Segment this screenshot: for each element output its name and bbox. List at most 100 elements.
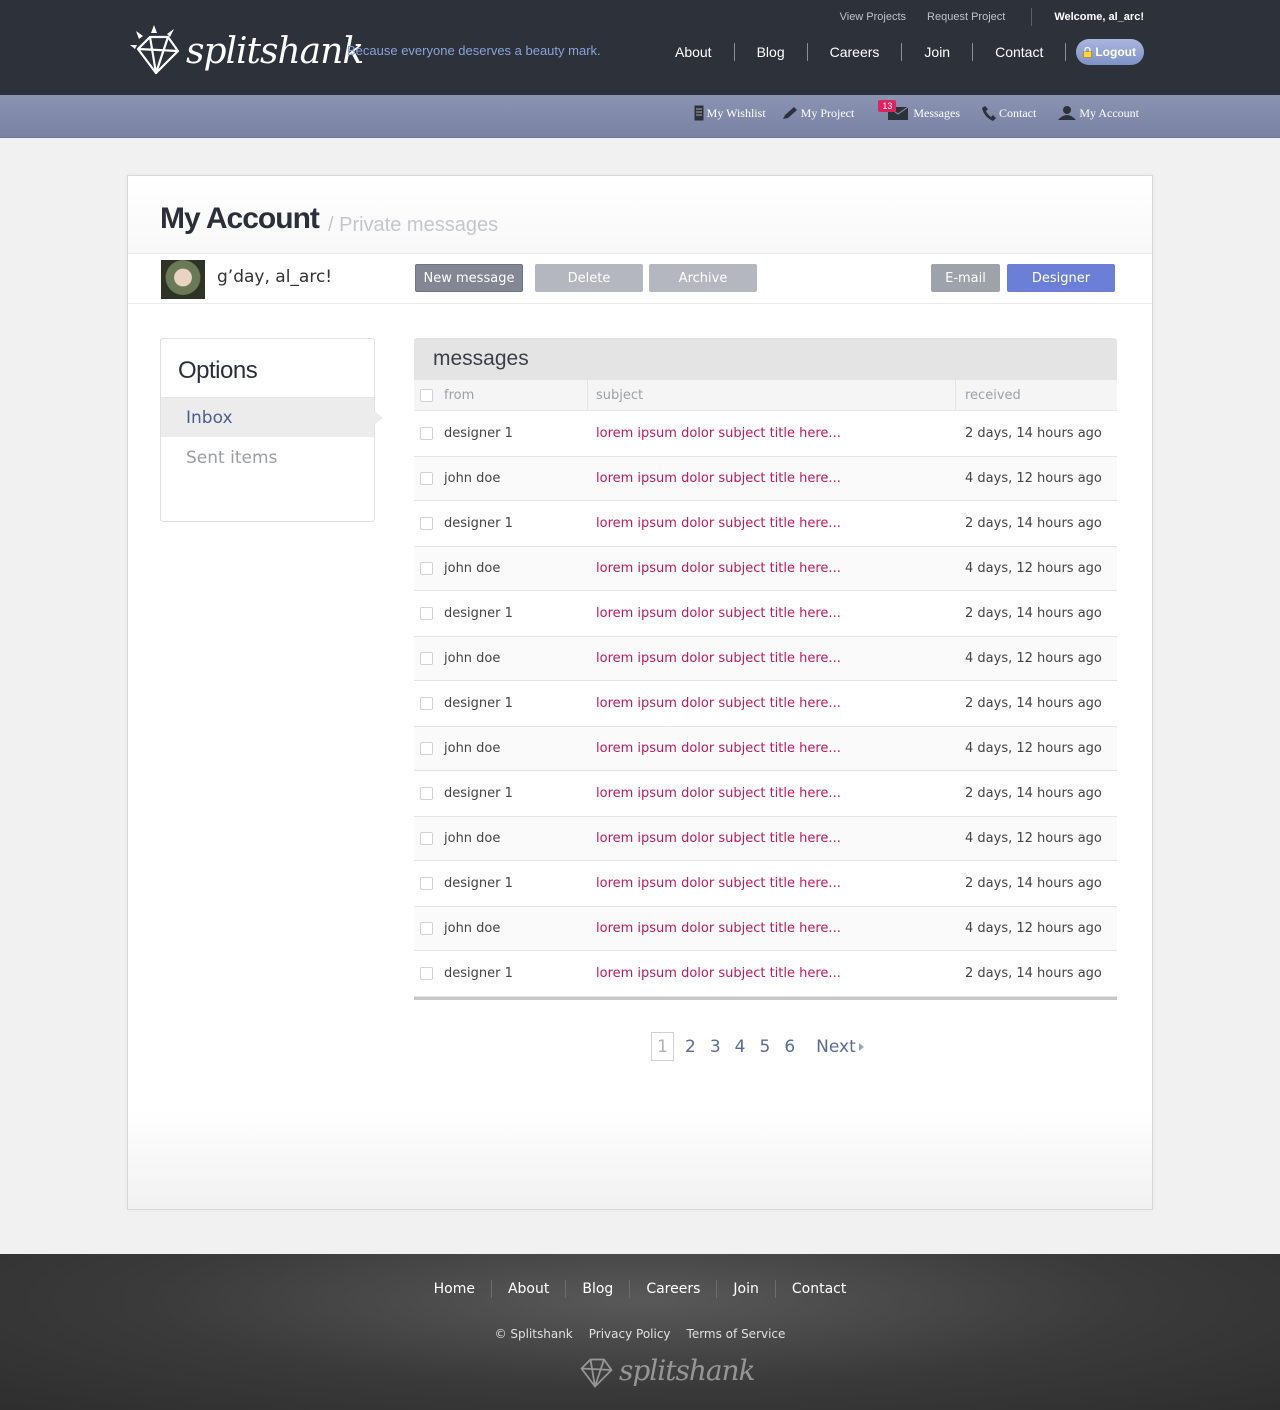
contact-label: Contact [999, 105, 1037, 120]
footer-link-contact[interactable]: Contact [776, 1281, 862, 1297]
table-row[interactable]: john doe lorem ipsum dolor subject title … [414, 817, 1117, 861]
row-checkbox[interactable] [420, 427, 433, 440]
select-all-checkbox[interactable] [420, 388, 433, 402]
user-toolbar: g’day, al_arc! New message Delete Archiv… [128, 254, 1152, 304]
page-link[interactable]: 4 [728, 1037, 753, 1057]
brand-logo[interactable]: splitshank [130, 18, 364, 84]
row-checkbox[interactable] [420, 607, 433, 620]
request-project-link[interactable]: Request Project [927, 11, 1005, 23]
email-button[interactable]: E-mail [931, 264, 1000, 292]
message-subject-link[interactable]: lorem ipsum dolor subject title here... [588, 831, 956, 846]
message-subject-link[interactable]: lorem ipsum dolor subject title here... [588, 696, 956, 711]
message-received: 4 days, 12 hours ago [965, 651, 1102, 666]
message-subject-link[interactable]: lorem ipsum dolor subject title here... [588, 561, 956, 576]
row-checkbox[interactable] [420, 742, 433, 755]
footer-link-blog[interactable]: Blog [566, 1281, 629, 1297]
message-subject-link[interactable]: lorem ipsum dolor subject title here... [588, 426, 956, 441]
sender-name: john doe [444, 741, 501, 756]
nav-blog[interactable]: Blog [735, 44, 807, 60]
sender-name: john doe [444, 831, 501, 846]
message-subject-link[interactable]: lorem ipsum dolor subject title here... [588, 876, 956, 891]
options-panel: Options Inbox Sent items [160, 338, 383, 522]
archive-button[interactable]: Archive [649, 264, 757, 292]
message-rows: designer 1 lorem ipsum dolor subject titl… [414, 411, 1117, 997]
contact-link[interactable]: Contact [982, 105, 1036, 121]
next-page-link[interactable]: Next [809, 1037, 871, 1057]
message-received: 4 days, 12 hours ago [965, 741, 1102, 756]
row-checkbox[interactable] [420, 832, 433, 845]
table-row[interactable]: john doe lorem ipsum dolor subject title … [414, 637, 1117, 681]
message-subject-link[interactable]: lorem ipsum dolor subject title here... [588, 606, 956, 621]
table-row[interactable]: designer 1 lorem ipsum dolor subject titl… [414, 861, 1117, 907]
my-wishlist-link[interactable]: My Wishlist [694, 105, 766, 121]
view-projects-link[interactable]: View Projects [840, 11, 906, 23]
row-checkbox[interactable] [420, 922, 433, 935]
nav-contact[interactable]: Contact [973, 44, 1065, 60]
message-subject-link[interactable]: lorem ipsum dolor subject title here... [588, 516, 956, 531]
nav-about[interactable]: About [653, 44, 734, 60]
table-row[interactable]: designer 1 lorem ipsum dolor subject titl… [414, 591, 1117, 637]
sender-name: designer 1 [444, 606, 513, 621]
terms-of-service-link[interactable]: Terms of Service [687, 1327, 786, 1341]
delete-button[interactable]: Delete [535, 264, 643, 292]
footer-link-about[interactable]: About [492, 1281, 565, 1297]
table-row[interactable]: designer 1 lorem ipsum dolor subject titl… [414, 411, 1117, 457]
message-subject-link[interactable]: lorem ipsum dolor subject title here... [588, 921, 956, 936]
message-received: 4 days, 12 hours ago [965, 921, 1102, 936]
options-item-inbox[interactable]: Inbox [161, 398, 383, 437]
my-account-label: My Account [1079, 105, 1139, 120]
table-row[interactable]: designer 1 lorem ipsum dolor subject titl… [414, 951, 1117, 997]
table-row[interactable]: john doe lorem ipsum dolor subject title … [414, 547, 1117, 591]
options-item-sent[interactable]: Sent items [161, 438, 374, 477]
copyright-text: © Splitshank [494, 1327, 573, 1341]
table-row[interactable]: designer 1 lorem ipsum dolor subject titl… [414, 501, 1117, 547]
user-icon [1058, 106, 1077, 120]
row-checkbox[interactable] [420, 877, 433, 890]
next-label: Next [816, 1036, 856, 1057]
phone-icon [982, 106, 996, 121]
diamond-icon [130, 25, 180, 75]
footer-link-careers[interactable]: Careers [630, 1281, 716, 1297]
footer-logo[interactable]: splitshank [575, 1349, 756, 1391]
row-checkbox[interactable] [420, 697, 433, 710]
page-link[interactable]: 5 [752, 1037, 777, 1057]
message-received: 2 days, 14 hours ago [965, 786, 1102, 801]
message-received: 2 days, 14 hours ago [965, 696, 1102, 711]
my-project-link[interactable]: My Project [782, 106, 854, 121]
table-row[interactable]: john doe lorem ipsum dolor subject title … [414, 727, 1117, 771]
page-link[interactable]: 3 [703, 1037, 728, 1057]
table-row[interactable]: john doe lorem ipsum dolor subject title … [414, 457, 1117, 501]
designer-button[interactable]: Designer [1007, 264, 1115, 292]
footer-link-join[interactable]: Join [717, 1281, 774, 1297]
nav-join[interactable]: Join [902, 44, 972, 60]
table-row[interactable]: designer 1 lorem ipsum dolor subject titl… [414, 681, 1117, 727]
message-subject-link[interactable]: lorem ipsum dolor subject title here... [588, 786, 956, 801]
new-message-button[interactable]: New message [415, 264, 523, 292]
page-link[interactable]: 2 [678, 1037, 703, 1057]
privacy-policy-link[interactable]: Privacy Policy [589, 1327, 671, 1341]
page-link[interactable]: 6 [777, 1037, 802, 1057]
my-wishlist-label: My Wishlist [706, 105, 766, 120]
row-checkbox[interactable] [420, 967, 433, 980]
message-subject-link[interactable]: lorem ipsum dolor subject title here... [588, 966, 956, 981]
row-checkbox[interactable] [420, 652, 433, 665]
message-subject-link[interactable]: lorem ipsum dolor subject title here... [588, 651, 956, 666]
my-account-link[interactable]: My Account [1058, 106, 1139, 121]
table-row[interactable]: john doe lorem ipsum dolor subject title … [414, 907, 1117, 951]
row-checkbox[interactable] [420, 472, 433, 485]
message-subject-link[interactable]: lorem ipsum dolor subject title here... [588, 741, 956, 756]
footer-link-home[interactable]: Home [418, 1281, 491, 1297]
page-current[interactable]: 1 [651, 1032, 674, 1061]
page-title: My Account [160, 202, 320, 235]
list-icon [694, 105, 704, 121]
row-checkbox[interactable] [420, 517, 433, 530]
row-checkbox[interactable] [420, 562, 433, 575]
nav-careers[interactable]: Careers [808, 44, 902, 60]
message-subject-link[interactable]: lorem ipsum dolor subject title here... [588, 471, 956, 486]
message-from: designer 1 [414, 786, 588, 801]
row-checkbox[interactable] [420, 787, 433, 800]
table-row[interactable]: designer 1 lorem ipsum dolor subject titl… [414, 771, 1117, 817]
logout-button[interactable]: Logout [1076, 39, 1144, 65]
messages-link[interactable]: 13 Messages [878, 99, 960, 121]
message-received: 4 days, 12 hours ago [965, 561, 1102, 576]
